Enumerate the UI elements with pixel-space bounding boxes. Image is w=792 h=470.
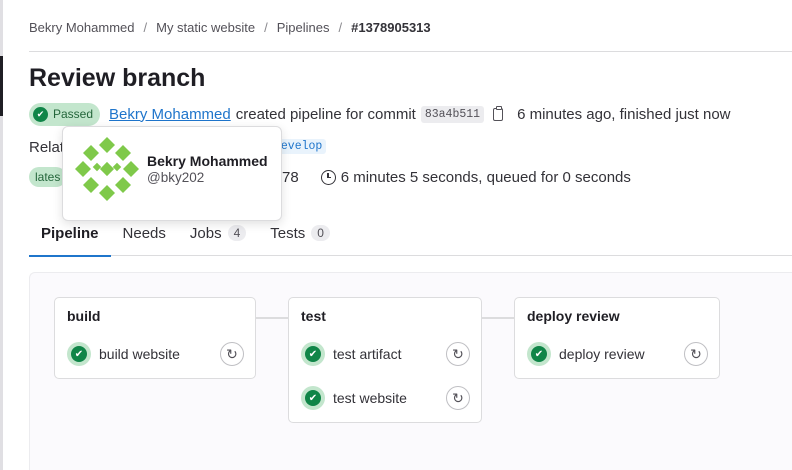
job-test-website[interactable]: ✔ test website	[301, 385, 407, 411]
popover-username: @bky202	[147, 170, 205, 185]
created-text: created pipeline for commit	[235, 105, 416, 123]
status-badge[interactable]: ✔ Passed	[29, 102, 101, 126]
author-link[interactable]: Bekry Mohammed	[109, 106, 231, 123]
clock-icon	[320, 169, 336, 185]
breadcrumb-project[interactable]: My static website	[156, 20, 255, 35]
stage-title: test	[301, 308, 326, 324]
check-circle-icon: ✔	[527, 342, 551, 366]
stage-test: test ✔ test artifact ↻ ✔ test website ↻	[288, 297, 482, 423]
check-circle-icon: ✔	[301, 342, 325, 366]
job-build-website[interactable]: ✔ build website	[67, 341, 180, 367]
stage-connector	[255, 317, 289, 319]
breadcrumb-pipelines[interactable]: Pipelines	[277, 20, 330, 35]
jobs-count-fragment: 78	[282, 168, 299, 186]
breadcrumb-current[interactable]: #1378905313	[351, 20, 431, 35]
tab-label: Tests	[270, 224, 306, 242]
breadcrumb-separator: /	[264, 20, 268, 35]
job-name: build website	[99, 346, 180, 362]
check-circle-icon: ✔	[33, 106, 48, 122]
pipeline-graph: build ✔ build website ↻ test ✔ test arti…	[29, 272, 792, 470]
stage-deploy-review: deploy review ✔ deploy review ↻	[514, 297, 720, 379]
tab-count: 4	[227, 225, 247, 241]
breadcrumb: Bekry Mohammed / My static website / Pip…	[29, 20, 431, 35]
retry-icon[interactable]: ↻	[446, 342, 470, 366]
pipeline-info: ✔ Passed Bekry Mohammed created pipeline…	[29, 102, 731, 126]
job-deploy-review[interactable]: ✔ deploy review	[527, 341, 645, 367]
related-merge-request: Relat	[29, 139, 64, 156]
retry-icon[interactable]: ↻	[220, 342, 244, 366]
popover-name[interactable]: Bekry Mohammed	[147, 153, 268, 169]
tab-label: Pipeline	[41, 224, 99, 242]
job-name: deploy review	[559, 346, 645, 362]
retry-icon[interactable]: ↻	[684, 342, 708, 366]
tab-label: Needs	[122, 224, 166, 242]
stage-connector	[481, 317, 515, 319]
stage-title: deploy review	[527, 308, 620, 324]
time-text: 6 minutes ago, finished just now	[517, 105, 731, 123]
avatar	[75, 137, 139, 201]
job-name: test artifact	[333, 346, 402, 362]
related-label: Relat	[29, 139, 65, 156]
check-circle-icon: ✔	[301, 386, 325, 410]
page-title: Review branch	[29, 64, 206, 92]
tab-count: 0	[311, 225, 330, 241]
job-name: test website	[333, 390, 407, 406]
pipeline-duration: 78 6 minutes 5 seconds, queued for 0 sec…	[282, 166, 631, 188]
job-test-artifact[interactable]: ✔ test artifact	[301, 341, 401, 367]
stage-build: build ✔ build website ↻	[54, 297, 256, 379]
tab-label: Jobs	[189, 224, 222, 242]
stage-title: build	[67, 308, 101, 324]
check-circle-icon: ✔	[67, 342, 91, 366]
breadcrumb-separator: /	[338, 20, 343, 35]
latest-badge: lates	[29, 167, 67, 187]
breadcrumb-separator: /	[143, 20, 148, 35]
divider	[29, 51, 792, 52]
retry-icon[interactable]: ↻	[446, 386, 470, 410]
status-label: Passed	[53, 107, 94, 121]
commit-sha[interactable]: 83a4b511	[420, 105, 485, 123]
duration-text: 6 minutes 5 seconds, queued for 0 second…	[340, 168, 631, 186]
breadcrumb-user[interactable]: Bekry Mohammed	[29, 20, 134, 35]
user-popover: Bekry Mohammed @bky202	[62, 126, 282, 221]
sidebar-edge-active	[0, 56, 3, 116]
pipeline-meta: lates	[29, 166, 67, 188]
copy-icon[interactable]	[493, 106, 507, 122]
